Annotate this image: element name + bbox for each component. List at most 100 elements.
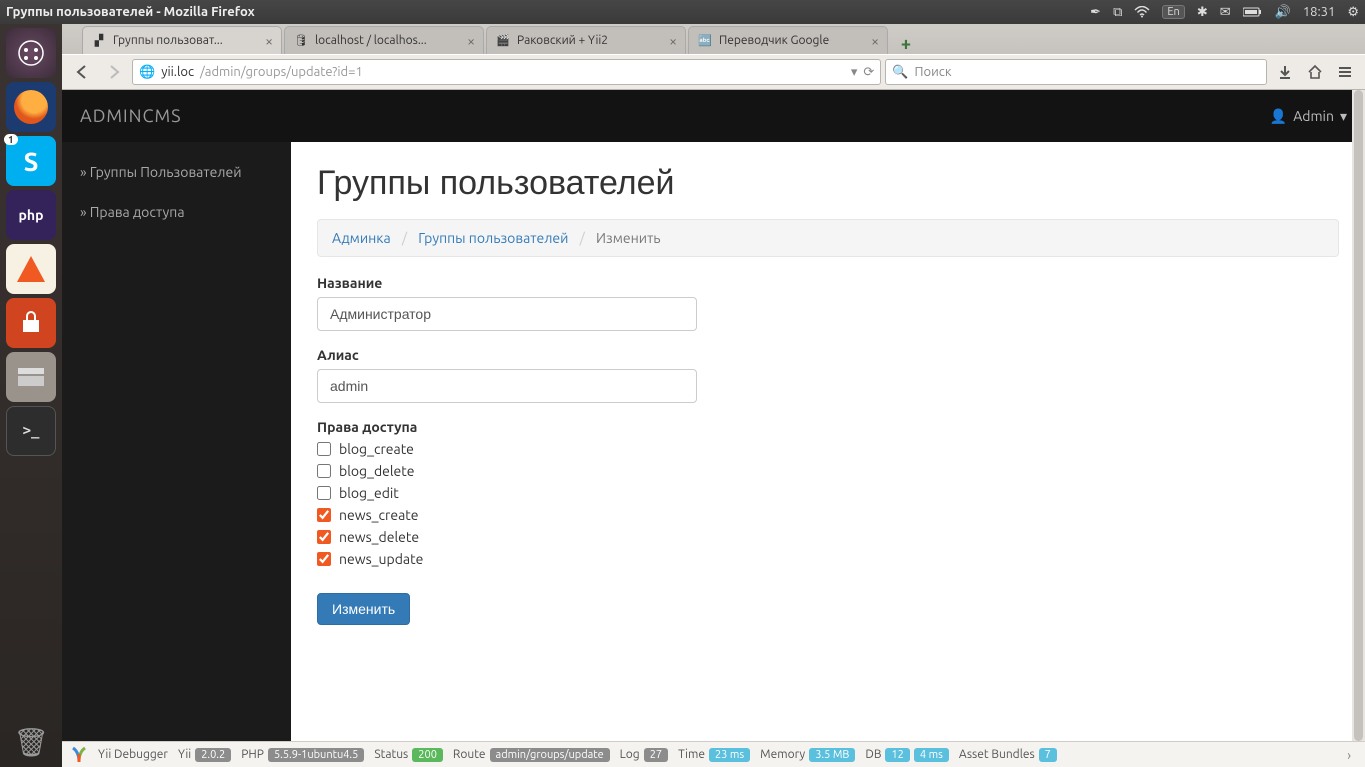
reload-icon[interactable]: ⟳ xyxy=(863,65,874,80)
vertical-scrollbar[interactable] xyxy=(1352,90,1365,741)
url-host: yii.loc xyxy=(161,65,194,79)
page-title: Группы пользователей xyxy=(317,164,1339,203)
nav-permissions[interactable]: » Права доступа xyxy=(62,192,291,232)
unity-launcher: 1 S php 🗑 xyxy=(0,24,62,767)
dropdown-icon[interactable]: ▾ xyxy=(851,65,858,80)
keyboard-layout[interactable]: En xyxy=(1162,5,1184,19)
permission-checkbox[interactable] xyxy=(317,442,331,456)
tab-close-icon[interactable]: × xyxy=(265,33,273,49)
debug-collapse-icon[interactable]: › xyxy=(1341,747,1357,763)
system-indicators: ✒ ⧉ En ✱ ✉ 🔊 18:31 ⚙ xyxy=(1090,5,1359,20)
search-placeholder: Поиск xyxy=(915,65,952,79)
trash-icon[interactable]: 🗑 xyxy=(6,717,56,767)
tab-close-icon[interactable]: × xyxy=(669,33,677,49)
volume-icon[interactable]: 🔊 xyxy=(1275,5,1291,20)
software-center-icon[interactable] xyxy=(6,298,56,348)
debug-time: 23 ms xyxy=(709,748,750,762)
file-manager-icon[interactable] xyxy=(6,352,56,402)
firefox-icon[interactable] xyxy=(6,82,56,132)
tab-label: Переводчик Google xyxy=(719,34,865,47)
wifi-icon[interactable] xyxy=(1134,6,1150,18)
content-area: Группы пользователей Админка / Группы по… xyxy=(291,142,1365,741)
debug-yii-version: 2.0.2 xyxy=(195,748,231,762)
breadcrumb-link[interactable]: Админка xyxy=(332,230,391,246)
forward-button[interactable] xyxy=(100,58,128,86)
bluetooth-icon[interactable]: ✱ xyxy=(1197,5,1208,20)
brand[interactable]: ADMINCMS xyxy=(80,106,182,126)
debug-php-version: 5.5.9-1ubuntu4.5 xyxy=(268,748,364,762)
permission-row: news_create xyxy=(317,507,1339,523)
terminal-icon[interactable] xyxy=(6,406,56,456)
clock[interactable]: 18:31 xyxy=(1303,5,1336,19)
permission-label: news_update xyxy=(339,551,423,567)
tab-strip: ▞ Группы пользоват... × 🛢 localhost / lo… xyxy=(62,24,1365,54)
chevron-down-icon: ▾ xyxy=(1340,108,1347,125)
permission-row: news_update xyxy=(317,551,1339,567)
permission-label: news_delete xyxy=(339,529,419,545)
user-menu[interactable]: 👤 Admin ▾ xyxy=(1270,108,1347,125)
debug-route: admin/groups/update xyxy=(490,748,610,762)
permissions-label: Права доступа xyxy=(317,419,1339,435)
debug-db-time: 4 ms xyxy=(914,748,949,762)
dash-icon[interactable] xyxy=(6,28,56,78)
name-input[interactable] xyxy=(317,297,697,331)
browser-tab[interactable]: 🎬 Раковский + Yii2 × xyxy=(486,26,686,54)
permission-checkbox[interactable] xyxy=(317,508,331,522)
tab-close-icon[interactable]: × xyxy=(467,33,475,49)
nav-groups[interactable]: » Группы Пользователей xyxy=(62,152,291,192)
permission-label: blog_create xyxy=(339,441,414,457)
feather-icon[interactable]: ✒ xyxy=(1090,5,1101,20)
downloads-button[interactable] xyxy=(1271,58,1299,86)
vlc-icon[interactable] xyxy=(6,244,56,294)
globe-icon: 🌐 xyxy=(139,65,155,80)
tab-close-icon[interactable]: × xyxy=(871,33,879,49)
battery-icon[interactable] xyxy=(1243,7,1263,17)
hamburger-menu-icon[interactable] xyxy=(1331,58,1359,86)
permission-checkbox[interactable] xyxy=(317,552,331,566)
debug-status: 200 xyxy=(412,748,443,762)
alias-label: Алиас xyxy=(317,347,1339,363)
user-name: Admin xyxy=(1293,108,1334,124)
debug-title: Yii Debugger xyxy=(98,748,168,761)
breadcrumb-active: Изменить xyxy=(596,230,661,246)
permission-label: news_create xyxy=(339,507,418,523)
permission-row: blog_delete xyxy=(317,463,1339,479)
app-header: ADMINCMS 👤 Admin ▾ xyxy=(62,90,1365,142)
submit-button[interactable]: Изменить xyxy=(317,593,410,625)
search-bar[interactable]: 🔍 Поиск xyxy=(885,59,1267,85)
debug-db-queries: 12 xyxy=(885,748,909,762)
tab-label: Раковский + Yii2 xyxy=(517,34,663,47)
favicon-icon: ▞ xyxy=(91,33,107,49)
new-tab-button[interactable]: + xyxy=(894,34,918,54)
yii-logo-icon xyxy=(70,746,88,764)
browser-tab[interactable]: 🔤 Переводчик Google × xyxy=(688,26,888,54)
yii-debug-bar[interactable]: Yii Debugger Yii2.0.2 PHP5.5.9-1ubuntu4.… xyxy=(62,741,1365,767)
tab-label: Группы пользоват... xyxy=(113,34,259,47)
navigation-toolbar: 🌐 yii.loc/admin/groups/update?id=1 ▾⟳ 🔍 … xyxy=(62,54,1365,90)
breadcrumb-link[interactable]: Группы пользователей xyxy=(418,230,568,246)
browser-tab[interactable]: 🛢 localhost / localhos... × xyxy=(284,26,484,54)
window-title: Группы пользователей - Mozilla Firefox xyxy=(6,5,1090,19)
browser-chrome: ▞ Группы пользоват... × 🛢 localhost / lo… xyxy=(62,24,1365,90)
favicon-icon: 🔤 xyxy=(697,33,713,49)
gear-icon[interactable]: ⚙ xyxy=(1347,5,1359,20)
url-bar[interactable]: 🌐 yii.loc/admin/groups/update?id=1 ▾⟳ xyxy=(132,59,881,85)
back-button[interactable] xyxy=(68,58,96,86)
permission-checkbox[interactable] xyxy=(317,464,331,478)
name-label: Название xyxy=(317,275,1339,291)
dropbox-icon[interactable]: ⧉ xyxy=(1113,5,1122,20)
debug-log: 27 xyxy=(644,748,668,762)
alias-input[interactable] xyxy=(317,369,697,403)
mail-icon[interactable]: ✉ xyxy=(1220,5,1231,20)
page-viewport: ADMINCMS 👤 Admin ▾ » Группы Пользователе… xyxy=(62,90,1365,741)
home-button[interactable] xyxy=(1301,58,1329,86)
user-icon: 👤 xyxy=(1270,108,1287,125)
breadcrumb: Админка / Группы пользователей / Изменит… xyxy=(317,219,1339,257)
permission-checkbox[interactable] xyxy=(317,530,331,544)
permission-checkbox[interactable] xyxy=(317,486,331,500)
search-icon: 🔍 xyxy=(892,65,908,80)
skype-icon[interactable]: 1 S xyxy=(6,136,56,186)
tab-label: localhost / localhos... xyxy=(315,34,461,47)
browser-tab[interactable]: ▞ Группы пользоват... × xyxy=(82,26,282,54)
phpstorm-icon[interactable]: php xyxy=(6,190,56,240)
